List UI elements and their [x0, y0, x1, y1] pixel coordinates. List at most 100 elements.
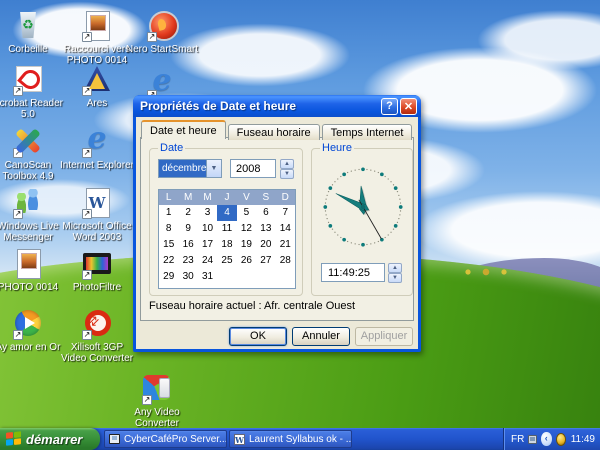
calendar-day[interactable]: 13 [256, 221, 275, 237]
calendar-day[interactable]: 18 [217, 237, 236, 253]
calendar-day[interactable]: 26 [237, 253, 256, 269]
calendar-day[interactable]: 25 [217, 253, 236, 269]
timezone-note: Fuseau horaire actuel : Afr. centrale Ou… [149, 300, 355, 312]
language-indicator[interactable]: FR [511, 434, 524, 445]
wallpaper-trees [460, 268, 530, 276]
desktop-icon-photofiltre[interactable]: PhotoFiltre [58, 246, 136, 293]
calendar-day[interactable]: 11 [217, 221, 236, 237]
apply-button: Appliquer [355, 327, 413, 346]
desktop-icon-internet-explorer[interactable]: Internet Explorer [58, 124, 136, 171]
desktop-icon-recycle-bin[interactable]: Corbeille [0, 8, 67, 55]
calendar-day[interactable]: 3 [198, 205, 217, 221]
calendar-day[interactable]: 6 [256, 205, 275, 221]
show-hidden-icons-button[interactable]: ‹ [541, 432, 551, 446]
calendar-day[interactable]: 9 [178, 221, 197, 237]
chevron-down-icon[interactable]: ▼ [206, 160, 221, 177]
calendar-day[interactable]: 20 [256, 237, 275, 253]
calendar: LMMJVSD 12345678910111213141516171819202… [158, 189, 296, 289]
tab-date-et-heure[interactable]: Date et heure [141, 120, 226, 139]
shortcut-arrow-icon [13, 86, 23, 96]
shortcut-arrow-icon [82, 86, 92, 96]
calendar-day[interactable]: 5 [237, 205, 256, 221]
shortcut-arrow-icon [142, 395, 152, 405]
calendar-day[interactable]: 30 [178, 269, 197, 285]
calendar-day[interactable]: 2 [178, 205, 197, 221]
month-dropdown[interactable]: décembre ▼ [158, 159, 222, 178]
desktop-icon-acrobat[interactable]: Acrobat Reader 5.0 [0, 62, 67, 120]
taskbar-clock[interactable]: 11:49 [571, 434, 595, 445]
calendar-day[interactable]: 17 [198, 237, 217, 253]
calendar-day[interactable]: 29 [159, 269, 178, 285]
taskbar-window-2[interactable]: W Laurent Syllabus ok - ... [229, 430, 352, 448]
calendar-day[interactable]: 16 [178, 237, 197, 253]
tab-temps-internet[interactable]: Temps Internet [322, 124, 413, 140]
shortcut-arrow-icon [82, 32, 92, 42]
close-icon[interactable]: ✕ [400, 98, 417, 115]
anyvideo-icon [140, 371, 174, 405]
calendar-day[interactable]: 22 [159, 253, 178, 269]
calendar-day[interactable]: 15 [159, 237, 178, 253]
calendar-weekday: S [256, 190, 275, 205]
calendar-day[interactable]: 28 [276, 253, 295, 269]
calendar-day[interactable]: 4 [217, 205, 236, 221]
time-input[interactable]: 11:49:25 [321, 263, 385, 282]
windows-logo-icon [6, 431, 21, 447]
desktop-icon-media-player[interactable]: Ay amor en Or [0, 306, 67, 353]
spin-down-icon[interactable]: ▼ [280, 169, 294, 179]
taskbar: démarrer CyberCaféPro Server... W Laurent … [0, 428, 600, 450]
month-selected-value: décembre [159, 160, 206, 177]
word-icon: W [234, 434, 245, 445]
desktop-icon-photo[interactable]: PHOTO 0014 [0, 246, 67, 293]
year-input[interactable]: 2008 [230, 159, 276, 178]
taskbar-window-label: Laurent Syllabus ok - ... [249, 434, 352, 445]
cancel-button[interactable]: Annuler [292, 327, 350, 346]
desktop-icon-xilisoft[interactable]: Xilisoft 3GP Video Converter [58, 306, 136, 364]
calendar-day[interactable]: 24 [198, 253, 217, 269]
shortcut-arrow-icon [13, 209, 23, 219]
tray-antivirus-icon[interactable] [556, 433, 566, 446]
calendar-day[interactable]: 19 [237, 237, 256, 253]
spin-up-icon[interactable]: ▲ [280, 159, 294, 169]
shortcut-arrow-icon [147, 32, 157, 42]
canoscan-icon [11, 124, 45, 158]
calendar-day[interactable]: 7 [276, 205, 295, 221]
desktop-icon-messenger[interactable]: Windows Live Messenger [0, 185, 67, 243]
spin-down-icon[interactable]: ▼ [388, 273, 402, 283]
monitor-icon [109, 434, 120, 444]
calendar-day[interactable]: 21 [276, 237, 295, 253]
calendar-day[interactable]: 10 [198, 221, 217, 237]
ares-icon [80, 62, 114, 96]
start-button[interactable]: démarrer [0, 428, 100, 450]
spin-up-icon[interactable]: ▲ [388, 263, 402, 273]
tray-monitor-icon[interactable] [528, 435, 537, 444]
calendar-day[interactable]: 14 [276, 221, 295, 237]
calendar-day[interactable]: 31 [198, 269, 217, 285]
calendar-day[interactable]: 27 [256, 253, 275, 269]
tab-fuseau-horaire[interactable]: Fuseau horaire [228, 124, 320, 140]
desktop-icon-anyvideo[interactable]: Any Video Converter [118, 371, 196, 429]
calendar-day[interactable]: 8 [159, 221, 178, 237]
heure-group-label: Heure [320, 142, 354, 154]
ok-button[interactable]: OK [229, 327, 287, 346]
dialog-titlebar[interactable]: Propriétés de Date et heure ? ✕ [133, 95, 421, 117]
taskbar-window-1[interactable]: CyberCaféPro Server... [104, 430, 227, 448]
calendar-day[interactable]: 12 [237, 221, 256, 237]
calendar-day[interactable]: 1 [159, 205, 178, 221]
tab-strip: Date et heureFuseau horaireTemps Interne… [141, 120, 414, 138]
shortcut-arrow-icon [82, 209, 92, 219]
date-groupbox: Date décembre ▼ 2008 ▲▼ LMMJVSD 12345678… [149, 148, 303, 296]
desktop-icon-label: Any Video Converter [118, 407, 196, 429]
calendar-header: LMMJVSD [159, 190, 295, 205]
calendar-day[interactable]: 23 [178, 253, 197, 269]
help-button[interactable]: ? [381, 98, 398, 115]
desktop-icon-label: Windows Live Messenger [0, 221, 67, 243]
desktop-icon-label: Corbeille [0, 44, 67, 55]
desktop-icon-word[interactable]: Microsoft Office Word 2003 [58, 185, 136, 243]
time-spinner[interactable]: ▲▼ [388, 263, 402, 282]
desktop-icon-nero[interactable]: Nero StartSmart [123, 8, 201, 55]
desktop-icon-canoscan[interactable]: CanoScan Toolbox 4.9 [0, 124, 67, 182]
calendar-weekday: M [198, 190, 217, 205]
calendar-weekday: L [159, 190, 178, 205]
internet-explorer-icon [80, 124, 114, 158]
year-spinner[interactable]: ▲▼ [280, 159, 294, 178]
